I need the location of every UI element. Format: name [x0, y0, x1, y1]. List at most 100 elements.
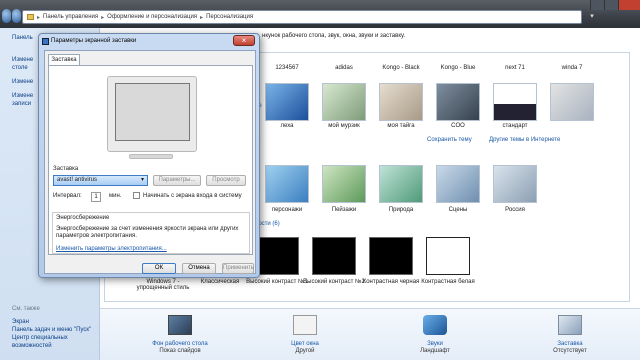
theme-caption[interactable]: Контрастная белая [416, 279, 480, 285]
theme-caption[interactable]: next 71 [483, 65, 547, 71]
leftnav-item[interactable]: Измене [12, 56, 33, 64]
back-icon[interactable] [2, 9, 11, 23]
theme-thumb[interactable] [379, 83, 423, 121]
sounds-value: Ландшафт [420, 348, 450, 354]
leftnav-item[interactable]: Панель [12, 34, 33, 42]
apply-button[interactable]: Применить [222, 263, 254, 274]
address-dropdown-icon[interactable]: ▾ [585, 10, 599, 24]
leftnav-item[interactable]: записи [12, 100, 31, 108]
see-also-display[interactable]: Экран [12, 318, 29, 326]
desktop-background-label: Фон рабочего стола [152, 341, 208, 347]
breadcrumb-item-control-panel[interactable]: Панель управления [43, 14, 98, 20]
sounds-label: Звуки [427, 341, 443, 347]
screensaver-label: Заставка [557, 341, 583, 347]
themes-description: нкунок рабочего стола, звук, окна, звуки… [262, 33, 406, 39]
window-color-button[interactable]: Цвет окна Другой [255, 315, 355, 354]
theme-caption[interactable]: Россия [483, 207, 547, 213]
theme-caption[interactable]: Контрастная черная [359, 279, 423, 285]
theme-caption[interactable]: COO [426, 123, 490, 129]
params-button[interactable]: Параметры... [153, 175, 201, 186]
leftnav-item[interactable]: столе [12, 64, 28, 72]
close-button[interactable] [618, 0, 640, 10]
theme-caption[interactable]: мой мурзик [312, 123, 376, 129]
sounds-icon [423, 315, 447, 335]
theme-thumb[interactable] [493, 165, 537, 203]
theme-caption[interactable]: Пейзажи [312, 207, 376, 213]
theme-thumb[interactable] [550, 83, 594, 121]
theme-thumb[interactable] [369, 237, 413, 275]
address-bar[interactable]: ▸ Панель управления ▸ Оформление и персо… [22, 10, 582, 24]
theme-caption[interactable]: 1234567 [255, 65, 319, 71]
theme-thumb[interactable] [436, 165, 480, 203]
theme-thumb[interactable] [255, 237, 299, 275]
breadcrumb-item-personalization[interactable]: Персонализация [206, 14, 253, 20]
window-color-value: Другой [295, 348, 315, 354]
minimize-button[interactable] [590, 0, 604, 10]
screensaver-button[interactable]: Заставка Отсутствует [520, 315, 620, 354]
theme-caption[interactable]: персонажи [255, 207, 319, 213]
preview-screen [115, 83, 190, 141]
folder-icon [27, 14, 34, 20]
see-also-header: См. также [12, 306, 40, 312]
power-settings-link[interactable]: Изменить параметры электропитания... [56, 246, 167, 252]
nav-buttons [2, 9, 21, 23]
desktop-background-icon [168, 315, 192, 335]
desktop-background-button[interactable]: Фон рабочего стола Показ слайдов [130, 315, 230, 354]
maximize-button[interactable] [604, 0, 618, 10]
logon-checkbox-label[interactable]: Начинать с экрана входа в систему [143, 193, 242, 199]
energy-header: Энергосбережение [56, 215, 110, 221]
screensaver-select[interactable]: avast! antivirus ▾ [53, 175, 148, 186]
ok-button[interactable]: ОК [142, 263, 176, 274]
theme-caption[interactable]: Kongo - Black [369, 65, 433, 71]
theme-caption[interactable]: моя тайга [369, 123, 433, 129]
screensaver-value: Отсутствует [553, 348, 587, 354]
see-also-taskbar[interactable]: Панель задач и меню "Пуск" [12, 326, 91, 334]
theme-caption[interactable]: Природа [369, 207, 433, 213]
breadcrumb-sep: ▸ [37, 14, 41, 21]
theme-thumb[interactable] [436, 83, 480, 121]
desktop-background-value: Показ слайдов [159, 348, 201, 354]
theme-thumb[interactable] [265, 83, 309, 121]
theme-caption[interactable]: Kongo - Blue [426, 65, 490, 71]
breadcrumb-sep: ▸ [200, 14, 204, 21]
theme-thumb[interactable] [322, 165, 366, 203]
see-also-accessibility[interactable]: Центр специальных [12, 334, 68, 342]
bottom-bar: Фон рабочего стола Показ слайдов Цвет ок… [100, 308, 640, 360]
theme-thumb[interactable] [312, 237, 356, 275]
interval-unit: мин. [109, 193, 122, 199]
breadcrumb-sep: ▸ [101, 14, 105, 21]
cancel-button[interactable]: Отмена [182, 263, 216, 274]
dialog-body: Заставка Заставка avast! antivirus ▾ Пар… [44, 50, 256, 274]
preview-button[interactable]: Просмотр [206, 175, 246, 186]
sounds-button[interactable]: Звуки Ландшафт [385, 315, 485, 354]
see-also-accessibility-2[interactable]: возможностей [12, 342, 52, 350]
theme-caption[interactable]: adidas [312, 65, 376, 71]
forward-icon[interactable] [12, 9, 21, 23]
energy-saving-group: Энергосбережение Энергосбережение за сче… [52, 212, 250, 254]
theme-caption[interactable]: Windows 7 - упрощенный стиль [131, 279, 195, 291]
theme-caption[interactable]: леха [255, 123, 319, 129]
theme-caption[interactable]: стандарт [483, 123, 547, 129]
breadcrumb-item-appearance[interactable]: Оформление и персонализация [107, 14, 197, 20]
energy-description: Энергосбережение за счет изменения яркос… [56, 226, 239, 239]
theme-caption[interactable]: Высокий контраст №2 [302, 279, 366, 285]
leftnav-item[interactable]: Измене [12, 78, 33, 86]
theme-caption[interactable]: Высокий контраст №1 [245, 279, 309, 285]
more-themes-link[interactable]: Другие темы в Интернете [489, 137, 560, 143]
theme-caption[interactable]: Сцены [426, 207, 490, 213]
logon-checkbox[interactable] [133, 192, 140, 199]
chevron-down-icon: ▾ [140, 177, 144, 183]
dialog-close-button[interactable]: × [233, 35, 255, 46]
theme-thumb[interactable] [322, 83, 366, 121]
theme-thumb[interactable] [265, 165, 309, 203]
dialog-monitor-icon [42, 38, 49, 45]
interval-stepper[interactable]: 1 [91, 192, 101, 202]
save-theme-link[interactable]: Сохранить тему [427, 137, 472, 143]
leftnav-item[interactable]: Измене [12, 92, 33, 100]
personalization-window: ▸ Панель управления ▸ Оформление и персо… [0, 0, 640, 360]
theme-thumb[interactable] [426, 237, 470, 275]
theme-thumb[interactable] [379, 165, 423, 203]
theme-thumb[interactable] [493, 83, 537, 121]
theme-caption[interactable]: Классическая [188, 279, 252, 285]
theme-caption[interactable]: winda 7 [540, 65, 604, 71]
